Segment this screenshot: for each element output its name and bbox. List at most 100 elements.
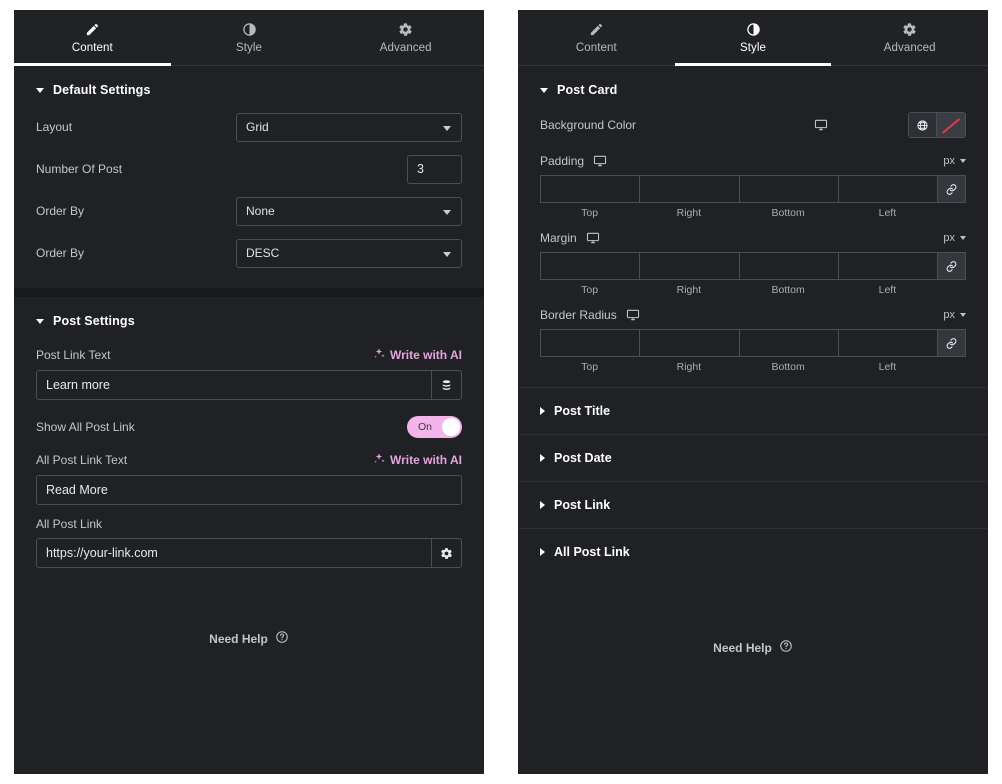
border-radius-left-input[interactable]: [837, 329, 937, 357]
chevron-down-icon: [960, 236, 966, 240]
all-post-link-text-header: All Post Link Text Write with AI: [36, 452, 462, 468]
order-by-2-select-wrap: DESC: [236, 238, 462, 268]
padding-top-input[interactable]: [540, 175, 640, 203]
chevron-down-icon: [36, 318, 44, 324]
link-icon[interactable]: [937, 252, 966, 280]
section-post-settings: Post Settings Post Link Text Write with …: [14, 297, 484, 665]
chevron-down-icon: [960, 313, 966, 317]
chevron-down-icon: [960, 159, 966, 163]
order-by-2-select[interactable]: DESC: [236, 238, 462, 268]
field-number-of-post-label: Number Of Post: [36, 162, 123, 176]
link-icon[interactable]: [937, 329, 966, 357]
padding-label: Padding: [540, 154, 585, 168]
margin-bottom-input[interactable]: [738, 252, 838, 280]
order-by-1-select[interactable]: None: [236, 196, 462, 226]
need-help-right[interactable]: Need Help: [518, 639, 988, 656]
tab-advanced-label: Advanced: [883, 41, 936, 54]
section-all-post-link[interactable]: All Post Link: [518, 528, 988, 575]
border-radius-bottom-input[interactable]: [738, 329, 838, 357]
tab-content[interactable]: Content: [518, 10, 675, 65]
need-help-label: Need Help: [713, 640, 772, 655]
chevron-right-icon: [540, 407, 545, 415]
link-icon[interactable]: [937, 175, 966, 203]
section-post-link[interactable]: Post Link: [518, 481, 988, 528]
padding-bottom-input[interactable]: [738, 175, 838, 203]
section-post-date[interactable]: Post Date: [518, 434, 988, 481]
write-with-ai-post-link-text[interactable]: Write with AI: [373, 347, 462, 363]
all-post-link-text-input[interactable]: [37, 476, 461, 504]
left-tab-bar: Content Style Advanced: [14, 10, 484, 66]
write-with-ai-all-post-link-text[interactable]: Write with AI: [373, 452, 462, 468]
margin-header: Margin px: [540, 231, 966, 245]
all-post-link-input[interactable]: [37, 539, 431, 567]
dynamic-tags-icon[interactable]: [431, 371, 461, 399]
margin-right-input[interactable]: [639, 252, 739, 280]
gear-icon: [902, 22, 917, 37]
section-post-title[interactable]: Post Title: [518, 387, 988, 434]
tab-style[interactable]: Style: [674, 10, 832, 66]
padding-right-input[interactable]: [639, 175, 739, 203]
section-post-settings-body: Post Link Text Write with AI Learn more …: [14, 347, 484, 665]
desktop-icon[interactable]: [593, 154, 607, 168]
margin-left-input[interactable]: [837, 252, 937, 280]
margin-top-input[interactable]: [540, 252, 640, 280]
background-color-swatch[interactable]: [936, 112, 966, 138]
border-radius-side-labels: Top Right Bottom Left: [540, 361, 966, 373]
border-radius-side-top: Top: [581, 361, 599, 373]
desktop-icon[interactable]: [814, 118, 828, 132]
desktop-icon[interactable]: [626, 308, 640, 322]
tab-content[interactable]: Content: [14, 10, 171, 66]
field-order-by-2-label: Order By: [36, 246, 85, 260]
background-color-control: [908, 112, 966, 138]
all-post-link-text-field: [36, 475, 462, 505]
border-radius-unit-selector[interactable]: px: [943, 309, 966, 321]
desktop-icon[interactable]: [586, 231, 600, 245]
need-help-left[interactable]: Need Help: [36, 630, 462, 647]
gear-icon[interactable]: [431, 539, 461, 567]
border-radius-right-input[interactable]: [639, 329, 739, 357]
border-radius-inputs: [540, 329, 966, 357]
tab-style[interactable]: Style: [171, 10, 328, 65]
margin-side-bottom: Bottom: [771, 284, 805, 296]
margin-side-right: Right: [676, 284, 702, 296]
tab-advanced[interactable]: Advanced: [831, 10, 988, 65]
chevron-right-icon: [540, 501, 545, 509]
section-post-card-body: Background Color Padding px Top Right Bo…: [518, 112, 988, 387]
field-background-color: Background Color: [540, 112, 966, 138]
section-post-settings-header[interactable]: Post Settings: [14, 297, 484, 343]
margin-side-labels: Top Right Bottom Left: [540, 284, 966, 296]
right-settings-panel: Content Style Advanced Post Card Backgro…: [518, 10, 988, 774]
write-with-ai-label: Write with AI: [390, 348, 462, 362]
globe-icon[interactable]: [908, 112, 936, 138]
show-all-post-link-toggle[interactable]: On: [407, 416, 462, 438]
section-post-title-label: Post Title: [554, 404, 611, 418]
border-radius-top-input[interactable]: [540, 329, 640, 357]
section-default-settings-body: Layout Grid Number Of Post Order By: [14, 112, 484, 288]
border-radius-unit-label: px: [943, 309, 955, 321]
padding-header: Padding px: [540, 154, 966, 168]
padding-left-input[interactable]: [837, 175, 937, 203]
margin-unit-selector[interactable]: px: [943, 232, 966, 244]
sparkle-icon: [373, 347, 386, 363]
number-of-post-input[interactable]: [407, 154, 462, 184]
section-post-card: Post Card Background Color Padding px To…: [518, 66, 988, 387]
padding-side-right: Right: [676, 207, 702, 219]
field-order-by-1-label: Order By: [36, 204, 85, 218]
padding-unit-selector[interactable]: px: [943, 155, 966, 167]
padding-side-top: Top: [581, 207, 599, 219]
sparkle-icon: [373, 452, 386, 468]
layout-select[interactable]: Grid: [236, 112, 462, 142]
section-post-link-label: Post Link: [554, 498, 611, 512]
contrast-icon: [242, 22, 257, 37]
section-post-card-header[interactable]: Post Card: [518, 66, 988, 112]
write-with-ai-label: Write with AI: [390, 453, 462, 467]
border-radius-label: Border Radius: [540, 308, 617, 322]
section-post-date-label: Post Date: [554, 451, 612, 465]
field-margin: Margin px Top Right Bottom Left: [540, 231, 966, 296]
chevron-right-icon: [540, 548, 545, 556]
post-link-text-field: [36, 370, 462, 400]
section-default-settings-header[interactable]: Default Settings: [14, 66, 484, 112]
border-radius-side-bottom: Bottom: [771, 361, 805, 373]
post-link-text-input[interactable]: [37, 371, 431, 399]
tab-advanced[interactable]: Advanced: [327, 10, 484, 65]
